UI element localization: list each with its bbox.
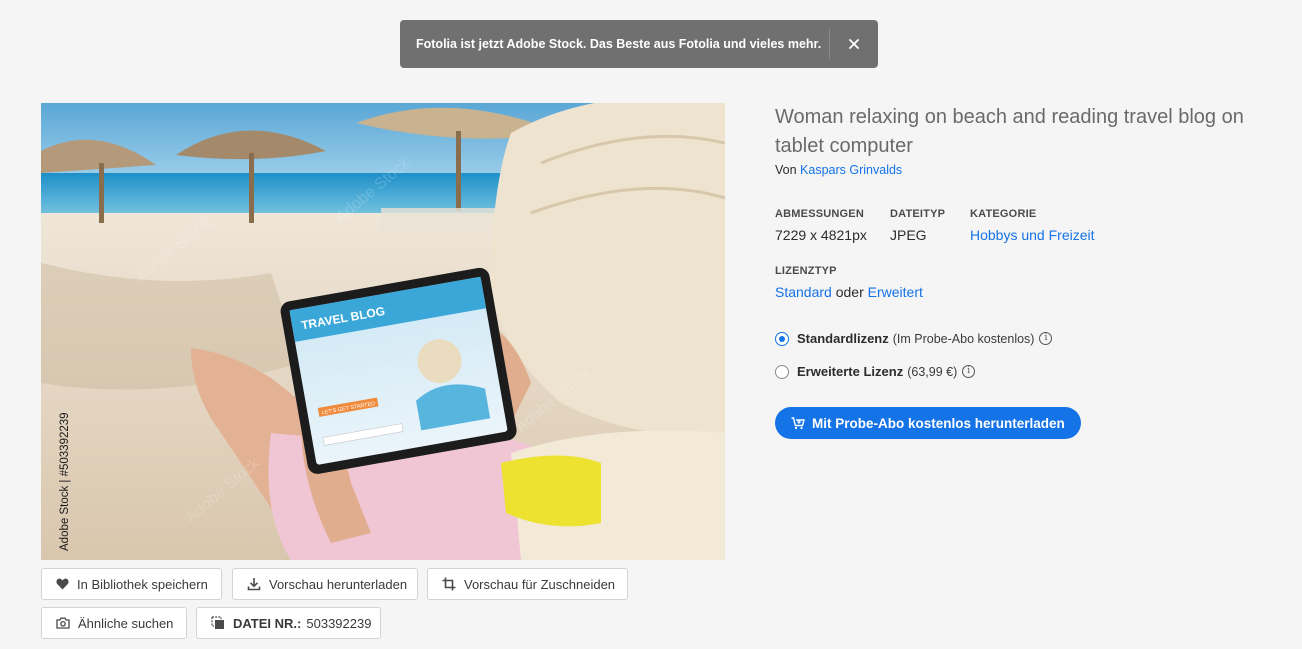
close-icon[interactable] [830,20,878,68]
heart-icon [56,578,69,590]
find-similar-label: Ähnliche suchen [78,615,174,631]
author-prefix: Von [775,163,797,177]
download-with-trial-label: Mit Probe-Abo kostenlos herunterladen [812,415,1065,431]
license-extended-link[interactable]: Erweitert [868,284,923,300]
image-id-watermark: Adobe Stock | #503392239 [59,412,71,551]
license-or-text: oder [835,284,864,300]
cart-icon [791,416,805,430]
file-number-button[interactable]: DATEI NR.: 503392239 [196,607,381,639]
dimensions-value: 7229 x 4821px [775,227,867,243]
stock-image-preview[interactable]: TRAVEL BLOG LET'S GET STARTED Adobe Stoc… [41,103,725,560]
download-preview-label: Vorschau herunterladen [269,576,408,592]
category-label: KATEGORIE [970,208,1037,220]
info-icon[interactable]: i [1039,332,1053,345]
extended-license-name: Erweiterte Lizenz [797,364,904,379]
extended-license-radio[interactable] [775,364,789,379]
download-icon [247,577,261,591]
asset-title: Woman relaxing on beach and reading trav… [775,106,1244,157]
info-icon[interactable]: i [962,365,976,378]
crop-preview-button[interactable]: Vorschau für Zuschneiden [427,568,628,600]
save-to-library-button[interactable]: In Bibliothek speichern [41,568,222,600]
file-number-value: 503392239 [306,615,372,631]
standard-license-name: Standardlizenz [797,331,889,346]
file-icon [211,616,225,630]
find-similar-button[interactable]: Ähnliche suchen [41,607,187,639]
download-with-trial-button[interactable]: Mit Probe-Abo kostenlos herunterladen [775,407,1081,439]
extended-license-note: (63,99 €) [907,364,958,379]
license-type-value: Standard oder Erweitert [775,284,923,300]
license-type-label: LIZENZTYP [775,265,837,277]
standard-license-radio[interactable] [775,331,789,346]
save-to-library-label: In Bibliothek speichern [77,576,208,592]
author-line: Von Kaspars Grinvalds [775,163,902,177]
camera-icon [56,617,70,629]
download-preview-button[interactable]: Vorschau herunterladen [232,568,418,600]
file-number-label: DATEI NR.: [233,615,302,631]
author-link[interactable]: Kaspars Grinvalds [800,163,902,177]
category-link[interactable]: Hobbys und Freizeit [970,227,1095,243]
crop-preview-label: Vorschau für Zuschneiden [464,576,616,592]
filetype-label: DATEITYP [890,208,946,220]
filetype-value: JPEG [890,227,927,243]
standard-license-note: (Im Probe-Abo kostenlos) [892,331,1035,346]
dimensions-label: ABMESSUNGEN [775,208,864,220]
license-option-extended[interactable]: Erweiterte Lizenz (63,99 €) i [775,364,976,379]
license-standard-link[interactable]: Standard [775,284,832,300]
notification-toast: Fotolia ist jetzt Adobe Stock. Das Beste… [400,20,878,68]
crop-icon [442,577,456,591]
toast-message: Fotolia ist jetzt Adobe Stock. Das Beste… [416,37,822,51]
license-option-standard[interactable]: Standardlizenz (Im Probe-Abo kostenlos) … [775,331,1053,346]
